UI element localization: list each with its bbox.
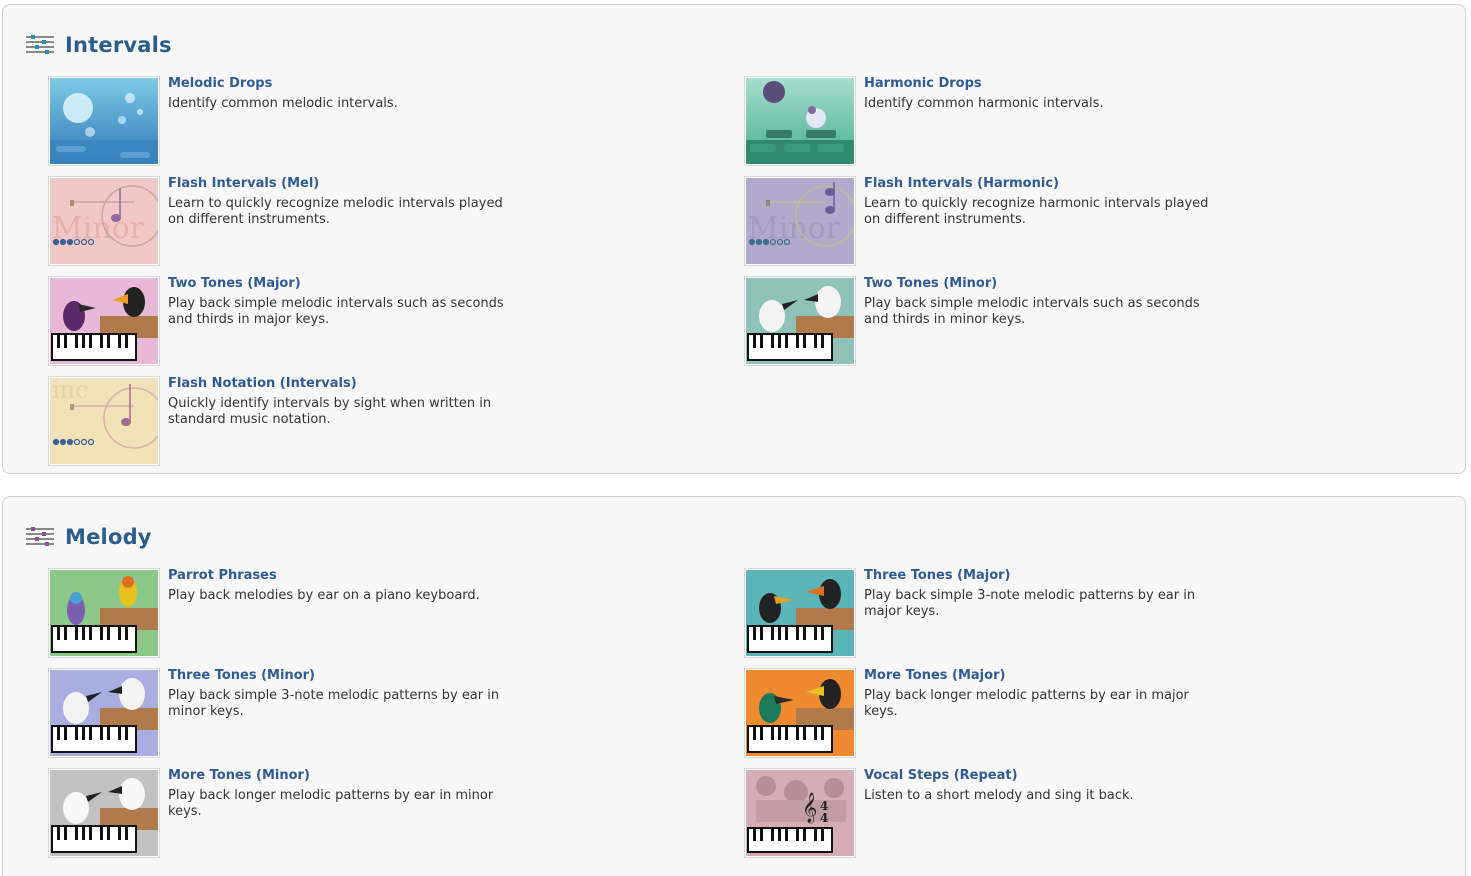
activity-title[interactable]: Three Tones (Major) (864, 568, 1011, 583)
flash-pink-thumbnail: Minor (50, 178, 158, 264)
activity-flash-intervals-harmonic[interactable]: Minor Flash Intervals (Harmonic) Learn t… (744, 176, 1344, 266)
sliders-icon (26, 527, 54, 546)
activity-description: Play back simple melodic intervals such … (864, 296, 1200, 327)
svg-text:4: 4 (820, 811, 828, 825)
activity-title[interactable]: Melodic Drops (168, 76, 272, 91)
svg-text:Minor: Minor (52, 211, 145, 246)
activity-title[interactable]: Flash Intervals (Harmonic) (864, 176, 1059, 191)
toucans-teal-thumbnail (746, 570, 854, 656)
activity-title[interactable]: More Tones (Major) (864, 668, 1005, 683)
activity-title[interactable]: Harmonic Drops (864, 76, 982, 91)
drops-green-thumbnail (746, 78, 854, 164)
sliders-icon (26, 35, 54, 54)
activity-thumbnail[interactable] (744, 668, 856, 758)
activity-title[interactable]: More Tones (Minor) (168, 768, 310, 783)
activity-two-tones-major[interactable]: Two Tones (Major) Play back simple melod… (48, 276, 648, 366)
activity-three-tones-minor[interactable]: Three Tones (Minor) Play back simple 3-n… (48, 668, 648, 758)
section-title: Melody (65, 525, 152, 549)
activity-title[interactable]: Flash Notation (Intervals) (168, 376, 357, 391)
activity-parrot-phrases[interactable]: Parrot Phrases Play back melodies by ear… (48, 568, 648, 658)
activity-description: Listen to a short melody and sing it bac… (864, 788, 1134, 803)
activity-title[interactable]: Three Tones (Minor) (168, 668, 315, 683)
activity-vocal-steps-repeat[interactable]: 𝄞 4 4 Vocal Steps (Repeat) Listen to a s… (744, 768, 1344, 858)
activity-thumbnail[interactable] (48, 768, 160, 858)
activity-flash-notation-intervals[interactable]: inc Flash Notation (Intervals) Quickly i… (48, 376, 648, 466)
section-title: Intervals (65, 33, 172, 57)
activity-description: Play back simple 3-note melodic patterns… (168, 688, 500, 719)
flash-purple-thumbnail: Minor (746, 178, 854, 264)
toucans-orange-thumbnail (746, 670, 854, 756)
activity-more-tones-major[interactable]: More Tones (Major) Play back longer melo… (744, 668, 1344, 758)
toucans-major-thumbnail (50, 278, 158, 364)
activity-description: Learn to quickly recognize melodic inter… (168, 196, 503, 227)
activity-thumbnail[interactable]: Minor (48, 176, 160, 266)
activity-thumbnail[interactable] (48, 276, 160, 366)
drops-blue-thumbnail (50, 78, 158, 164)
activity-description: Learn to quickly recognize harmonic inte… (864, 196, 1209, 227)
activity-three-tones-major[interactable]: Three Tones (Major) Play back simple 3-n… (744, 568, 1344, 658)
activity-thumbnail[interactable] (744, 76, 856, 166)
activity-description: Identify common harmonic intervals. (864, 96, 1104, 111)
activity-description: Quickly identify intervals by sight when… (168, 396, 492, 427)
section-header-melody: Melody (25, 525, 152, 549)
activity-description: Play back longer melodic patterns by ear… (864, 688, 1189, 719)
activity-description: Play back simple melodic intervals such … (168, 296, 504, 327)
activity-title[interactable]: Two Tones (Major) (168, 276, 301, 291)
intervals-panel: Intervals Melodic Drops Identify common … (2, 4, 1466, 474)
activity-description: Play back melodies by ear on a piano key… (168, 588, 480, 603)
activity-title[interactable]: Flash Intervals (Mel) (168, 176, 319, 191)
svg-text:Minor: Minor (748, 211, 841, 246)
section-header-intervals: Intervals (25, 33, 172, 57)
activity-description: Identify common melodic intervals. (168, 96, 398, 111)
vocal-thumbnail: 𝄞 4 4 (746, 770, 854, 856)
activity-flash-intervals-mel[interactable]: Minor Flash Intervals (Mel) Learn to qui… (48, 176, 648, 266)
activity-title[interactable]: Parrot Phrases (168, 568, 277, 583)
flash-yellow-thumbnail: inc (50, 378, 158, 464)
activity-thumbnail[interactable]: Minor (744, 176, 856, 266)
svg-text:𝄞: 𝄞 (802, 792, 817, 824)
activity-thumbnail[interactable] (48, 568, 160, 658)
activity-thumbnail[interactable] (744, 568, 856, 658)
activity-title[interactable]: Two Tones (Minor) (864, 276, 997, 291)
activity-thumbnail[interactable]: 𝄞 4 4 (744, 768, 856, 858)
birds-lavender-thumbnail (50, 670, 158, 756)
activity-melodic-drops[interactable]: Melodic Drops Identify common melodic in… (48, 76, 648, 166)
birds-grey-thumbnail (50, 770, 158, 856)
activity-thumbnail[interactable] (48, 668, 160, 758)
activity-thumbnail[interactable] (48, 76, 160, 166)
activity-description: Play back simple 3-note melodic patterns… (864, 588, 1196, 619)
melody-panel: Melody Parrot Phrases Play back melodies… (2, 496, 1466, 876)
birds-minor-thumbnail (746, 278, 854, 364)
activity-thumbnail[interactable] (744, 276, 856, 366)
activity-harmonic-drops[interactable]: Harmonic Drops Identify common harmonic … (744, 76, 1344, 166)
activity-two-tones-minor[interactable]: Two Tones (Minor) Play back simple melod… (744, 276, 1344, 366)
svg-text:inc: inc (52, 378, 89, 404)
activity-title[interactable]: Vocal Steps (Repeat) (864, 768, 1018, 783)
activity-thumbnail[interactable]: inc (48, 376, 160, 466)
activity-description: Play back longer melodic patterns by ear… (168, 788, 494, 819)
activity-more-tones-minor[interactable]: More Tones (Minor) Play back longer melo… (48, 768, 648, 858)
parrots-thumbnail (50, 570, 158, 656)
